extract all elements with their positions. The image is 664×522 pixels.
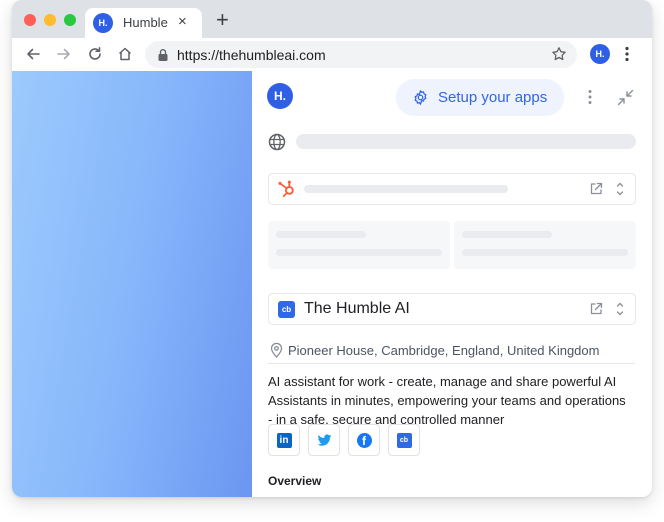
crunchbase-icon: cb [396, 432, 412, 448]
crunchbase-logo-icon: cb [278, 301, 295, 318]
new-tab-button[interactable]: + [216, 9, 229, 31]
stat-tile-placeholder [454, 221, 636, 269]
setup-apps-label: Setup your apps [438, 89, 548, 106]
page-background [12, 71, 252, 497]
panel-menu-icon[interactable] [587, 89, 593, 105]
loading-skeleton [296, 134, 636, 149]
company-name: The Humble AI [304, 300, 410, 317]
company-location: Pioneer House, Cambridge, England, Unite… [288, 343, 600, 358]
browser-tab[interactable]: H. Humble × [85, 8, 202, 38]
twitter-link[interactable] [308, 424, 340, 456]
forward-arrow-icon[interactable] [56, 46, 72, 62]
loading-skeleton [276, 249, 442, 256]
overview-heading: Overview [268, 474, 322, 488]
expand-collapse-icon[interactable] [613, 302, 627, 316]
divider [268, 363, 635, 364]
reload-icon[interactable] [87, 46, 103, 62]
maximize-window-button[interactable] [64, 14, 76, 26]
lock-icon [158, 49, 168, 61]
profile-avatar[interactable]: H. [590, 44, 610, 64]
loading-skeleton [276, 231, 366, 238]
gear-icon [414, 90, 427, 105]
linkedin-icon: in [276, 432, 292, 448]
title-bar: H. Humble × + [12, 0, 652, 38]
external-link-icon[interactable] [589, 182, 603, 196]
location-pin-icon [270, 342, 283, 358]
company-card[interactable]: cb The Humble AI [268, 293, 636, 325]
tab-favicon-icon: H. [93, 13, 113, 33]
back-arrow-icon[interactable] [25, 46, 41, 62]
facebook-icon: f [356, 432, 372, 448]
linkedin-link[interactable]: in [268, 424, 300, 456]
tab-title: Humble [123, 15, 168, 30]
bookmark-star-icon[interactable] [551, 46, 567, 62]
setup-apps-button[interactable]: Setup your apps [396, 79, 564, 116]
loading-skeleton [462, 249, 628, 256]
twitter-bird-icon [317, 433, 331, 446]
minimize-window-button[interactable] [44, 14, 56, 26]
browser-toolbar: https://thehumbleai.com H. [12, 38, 652, 72]
browser-window: H. Humble × + https://thehumbleai.com H.… [12, 0, 652, 497]
url-text[interactable]: https://thehumbleai.com [177, 47, 326, 63]
address-bar[interactable]: https://thehumbleai.com [145, 41, 577, 68]
humble-side-panel: H. Setup your apps cb The Humble AI Pion… [252, 71, 652, 497]
home-icon[interactable] [117, 46, 133, 62]
close-window-button[interactable] [24, 14, 36, 26]
browser-content: H. Setup your apps cb The Humble AI Pion… [12, 71, 652, 497]
external-link-icon[interactable] [589, 302, 603, 316]
loading-skeleton [462, 231, 552, 238]
stat-tile-placeholder [268, 221, 450, 269]
browser-menu-icon[interactable] [624, 46, 630, 62]
hubspot-card[interactable] [268, 173, 636, 205]
globe-icon [268, 133, 286, 151]
hubspot-icon [278, 180, 294, 197]
crunchbase-link[interactable]: cb [388, 424, 420, 456]
loading-skeleton [304, 185, 508, 193]
tab-close-icon[interactable]: × [178, 13, 187, 30]
humble-logo: H. [267, 83, 293, 109]
company-description: AI assistant for work - create, manage a… [268, 374, 626, 427]
facebook-link[interactable]: f [348, 424, 380, 456]
collapse-panel-icon[interactable] [617, 89, 634, 106]
expand-collapse-icon[interactable] [613, 182, 627, 196]
